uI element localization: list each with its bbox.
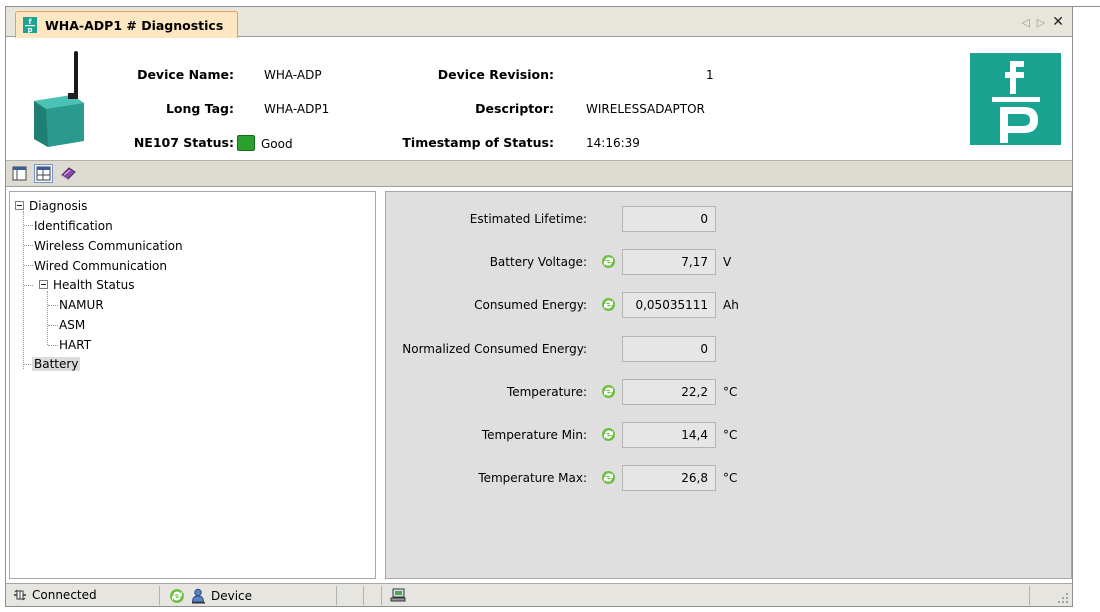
temperature-unit: °C: [723, 385, 738, 399]
device-revision-label: Device Revision:: [437, 67, 554, 82]
temperature-min-unit: °C: [723, 428, 738, 442]
user-device-icon: [191, 588, 205, 604]
battery-voltage-field: 7,17: [622, 249, 716, 275]
svg-text:p: p: [27, 26, 32, 33]
tree-item-wireless-communication[interactable]: Wireless Communication: [34, 239, 183, 254]
refresh-icon[interactable]: [169, 588, 185, 604]
tab-title: WHA-ADP1 # Diagnostics: [45, 17, 224, 33]
plug-connected-icon: [14, 589, 26, 601]
tree-item-label: Battery: [32, 357, 81, 371]
refresh-icon[interactable]: [601, 427, 616, 442]
status-good-icon: [237, 135, 255, 151]
status-bar: Connected Device: [6, 583, 1072, 606]
tree-item-wired-communication[interactable]: Wired Communication: [34, 259, 167, 274]
temperature-max-label: Temperature Max:: [478, 471, 587, 485]
battery-voltage-label: Battery Voltage:: [489, 255, 587, 269]
ne107-status-text: Good: [261, 137, 293, 151]
estimated-lifetime-label: Estimated Lifetime:: [469, 212, 587, 226]
network-status: [390, 588, 406, 603]
refresh-icon[interactable]: [601, 297, 616, 312]
consumed-energy-field: 0,05035111: [622, 292, 716, 318]
tree-item-health-status[interactable]: Health Status: [39, 278, 134, 293]
network-computer-icon: [390, 588, 406, 602]
ne107-status-label: NE107 Status:: [133, 135, 234, 150]
refresh-icon[interactable]: [601, 384, 616, 399]
temperature-label: Temperature:: [506, 385, 587, 399]
window-top-line: [1073, 6, 1100, 7]
view-toolbar: [6, 160, 1072, 187]
refresh-icon[interactable]: [601, 470, 616, 485]
close-icon[interactable]: ✕: [1052, 14, 1064, 30]
tree-item-battery[interactable]: Battery: [32, 357, 81, 372]
refresh-icon[interactable]: [601, 254, 616, 269]
temperature-min-label: Temperature Min:: [481, 428, 587, 442]
diagnosis-tree: Diagnosis Identification Wireless Commun…: [9, 191, 376, 579]
tree-item-label: Wireless Communication: [34, 239, 183, 253]
device-status: Device: [169, 588, 252, 604]
layout-left-button[interactable]: [10, 164, 29, 183]
device-name-value: WHA-ADP: [264, 68, 322, 82]
device-image: [34, 51, 84, 147]
collapse-icon[interactable]: [15, 201, 24, 210]
collapse-icon[interactable]: [39, 280, 48, 289]
ne107-status-value: Good: [237, 135, 293, 151]
descriptor-value: WIRELESSADAPTOR: [586, 102, 705, 116]
pf-logo-icon: fp: [23, 17, 37, 33]
temperature-max-unit: °C: [723, 471, 738, 485]
temperature-min-field: 14,4: [622, 422, 716, 448]
battery-detail-panel: Estimated Lifetime: 0 Battery Voltage: 7…: [385, 191, 1072, 579]
connection-status-text: Connected: [32, 588, 97, 602]
tree-item-label: Health Status: [53, 278, 135, 292]
consumed-energy-unit: Ah: [723, 298, 739, 312]
manual-button[interactable]: [58, 164, 77, 183]
pepperl-fuchs-logo: [970, 53, 1061, 145]
long-tag-label: Long Tag:: [165, 101, 234, 116]
normalized-energy-field: 0: [622, 336, 716, 362]
tab-strip: fp WHA-ADP1 # Diagnostics ◁ ▷ ✕: [6, 7, 1072, 38]
layout-split-icon: [36, 166, 51, 181]
timestamp-value: 14:16:39: [586, 136, 640, 150]
tree-item-identification[interactable]: Identification: [34, 219, 113, 234]
device-status-text: Device: [211, 589, 253, 603]
tree-item-label: NAMUR: [59, 298, 104, 312]
tree-item-namur[interactable]: NAMUR: [59, 298, 104, 313]
tab-prev-icon[interactable]: ◁: [1021, 16, 1029, 29]
tree-item-label: Wired Communication: [34, 259, 168, 273]
connection-status: Connected: [12, 588, 97, 602]
long-tag-value: WHA-ADP1: [264, 102, 330, 116]
tree-item-diagnosis[interactable]: Diagnosis: [15, 199, 87, 214]
tree-item-label: HART: [59, 338, 92, 352]
tree-item-label: ASM: [59, 318, 86, 332]
temperature-field: 22,2: [622, 379, 716, 405]
consumed-energy-label: Consumed Energy:: [474, 298, 587, 312]
tab-next-icon[interactable]: ▷: [1037, 16, 1045, 29]
temperature-max-field: 26,8: [622, 465, 716, 491]
descriptor-label: Descriptor:: [475, 101, 554, 116]
resize-grip-icon[interactable]: [1057, 592, 1069, 604]
layout-left-icon: [12, 166, 27, 181]
normalized-energy-label: Normalized Consumed Energy:: [402, 342, 587, 356]
device-header: Device Name: WHA-ADP Long Tag: WHA-ADP1 …: [6, 38, 1072, 160]
battery-voltage-unit: V: [723, 255, 732, 269]
layout-split-button[interactable]: [34, 164, 53, 183]
estimated-lifetime-field: 0: [622, 206, 716, 232]
tree-item-label: Identification: [34, 219, 113, 233]
timestamp-label: Timestamp of Status:: [402, 135, 554, 150]
device-name-label: Device Name:: [137, 67, 234, 82]
tab-diagnostics[interactable]: fp WHA-ADP1 # Diagnostics: [15, 11, 238, 38]
device-revision-value: 1: [706, 68, 714, 82]
tree-item-label: Diagnosis: [29, 199, 88, 213]
diagnostics-window: fp WHA-ADP1 # Diagnostics ◁ ▷ ✕ Device N…: [5, 6, 1073, 607]
book-icon: [60, 167, 76, 180]
tree-item-asm[interactable]: ASM: [59, 318, 85, 333]
tree-item-hart[interactable]: HART: [59, 338, 91, 353]
